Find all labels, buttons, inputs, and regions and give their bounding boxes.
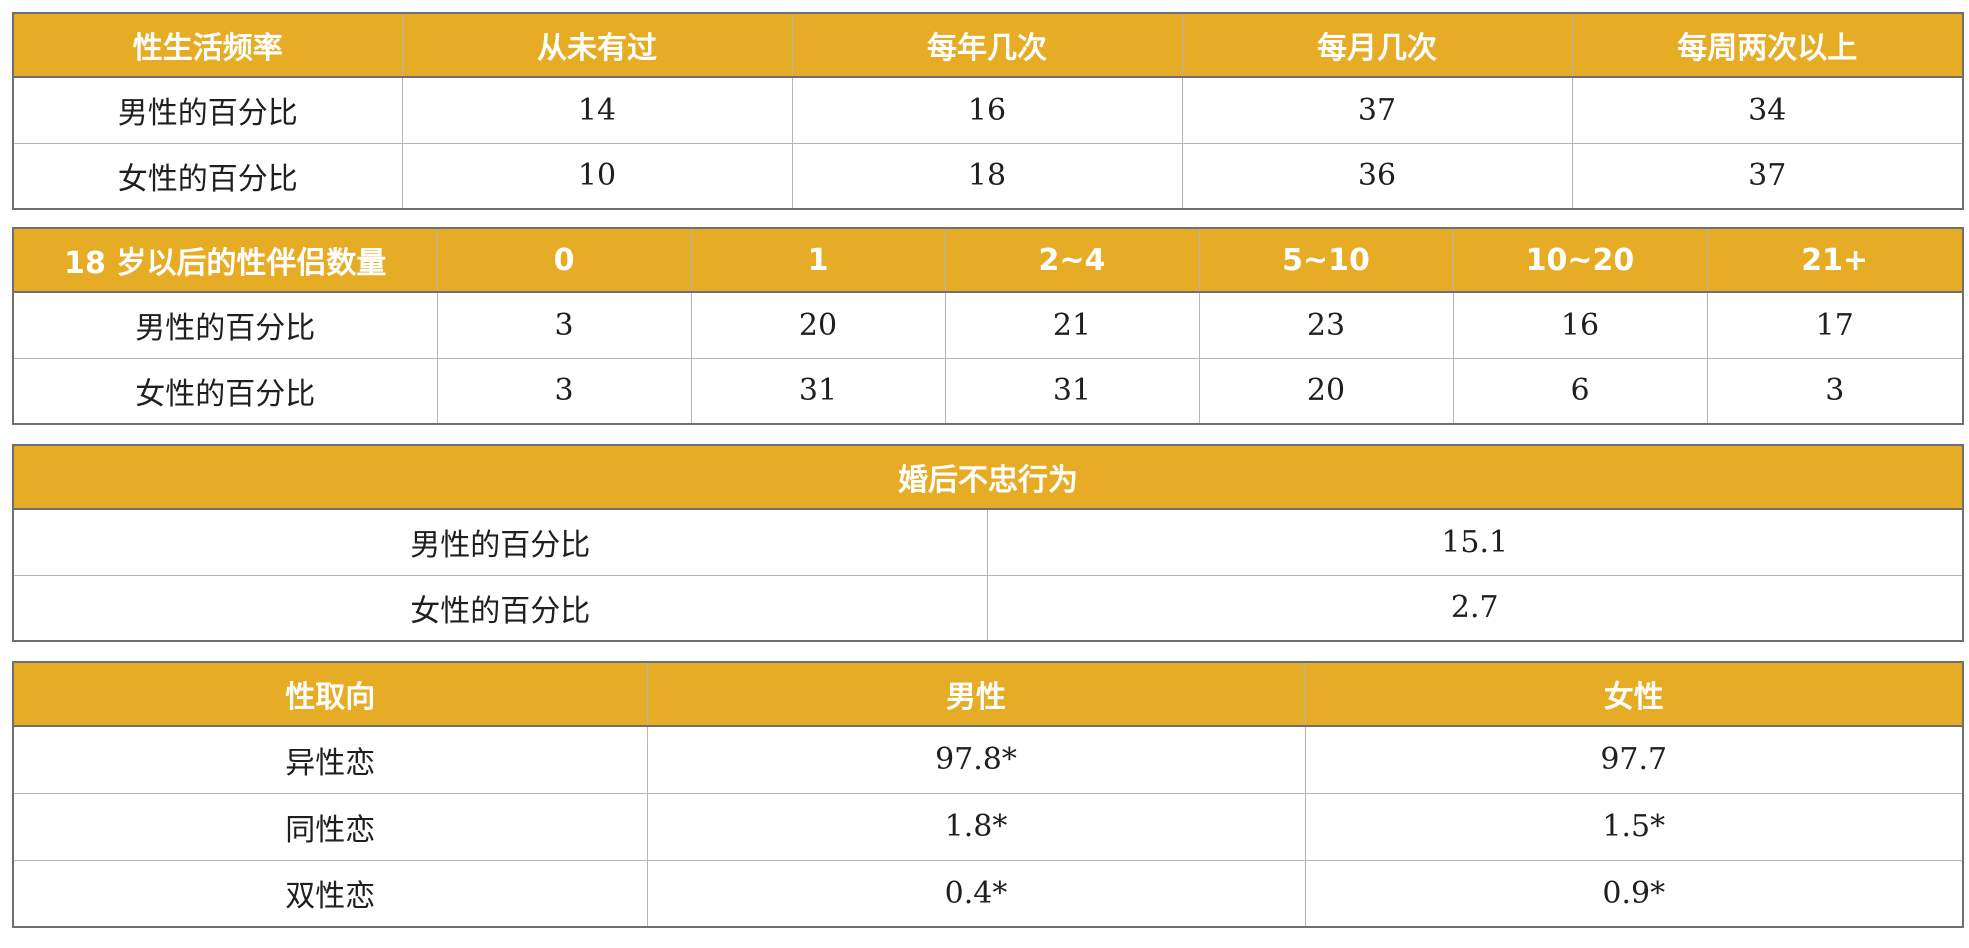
table-row: 男性的百分比 15.1 [12,508,1964,576]
column-header: 性生活频率 [12,12,403,78]
row-label: 异性恋 [12,725,648,794]
table-cell: 6 [1452,357,1708,425]
row-label: 男性的百分比 [12,508,988,576]
table-cell: 20 [690,291,946,359]
table-cell: 31 [944,357,1200,425]
table-cell: 10 [401,142,793,210]
column-header: 2~4 [944,227,1200,293]
table-cell: 18 [791,142,1183,210]
column-header: 每年几次 [791,12,1183,78]
partners-count-table: 18 岁以后的性伴侣数量 0 1 2~4 5~10 10~20 21+ 男性的百… [12,227,1964,425]
table-cell: 2.7 [986,574,1964,642]
column-header: 21+ [1706,227,1964,293]
table-cell: 37 [1571,142,1964,210]
table-cell: 17 [1706,291,1964,359]
table-cell: 36 [1181,142,1573,210]
table-cell: 37 [1181,76,1573,144]
table-row: 双性恋 0.4* 0.9* [12,859,1964,928]
table-cell: 20 [1198,357,1454,425]
table-cell: 3 [1706,357,1964,425]
table-header-row: 性取向 男性 女性 [12,661,1964,727]
table-cell: 15.1 [986,508,1964,576]
table-row: 女性的百分比 3 31 31 20 6 3 [12,357,1964,425]
table-cell: 0.4* [646,859,1306,928]
table-row: 男性的百分比 14 16 37 34 [12,76,1964,144]
table-header-row: 婚后不忠行为 [12,444,1964,510]
table-row: 异性恋 97.8* 97.7 [12,725,1964,794]
table-header-row: 18 岁以后的性伴侣数量 0 1 2~4 5~10 10~20 21+ [12,227,1964,293]
table-header-row: 性生活频率 从未有过 每年几次 每月几次 每周两次以上 [12,12,1964,78]
row-label: 女性的百分比 [12,574,988,642]
row-label: 男性的百分比 [12,291,438,359]
table-cell: 97.7 [1304,725,1964,794]
column-header: 每月几次 [1181,12,1573,78]
table-row: 男性的百分比 3 20 21 23 16 17 [12,291,1964,359]
table-row: 同性恋 1.8* 1.5* [12,792,1964,861]
row-label: 双性恋 [12,859,648,928]
table-row: 女性的百分比 2.7 [12,574,1964,642]
column-header: 0 [436,227,692,293]
row-label: 女性的百分比 [12,142,403,210]
sex-frequency-table: 性生活频率 从未有过 每年几次 每月几次 每周两次以上 男性的百分比 14 16… [12,12,1964,210]
column-header: 1 [690,227,946,293]
table-cell: 3 [436,357,692,425]
infidelity-table: 婚后不忠行为 男性的百分比 15.1 女性的百分比 2.7 [12,444,1964,642]
column-header: 每周两次以上 [1571,12,1964,78]
column-header: 从未有过 [401,12,793,78]
table-cell: 21 [944,291,1200,359]
row-label: 女性的百分比 [12,357,438,425]
row-label: 男性的百分比 [12,76,403,144]
table-cell: 0.9* [1304,859,1964,928]
table-cell: 14 [401,76,793,144]
table-title: 婚后不忠行为 [12,444,1964,510]
table-cell: 97.8* [646,725,1306,794]
row-label: 同性恋 [12,792,648,861]
column-header: 性取向 [12,661,648,727]
column-header: 女性 [1304,661,1964,727]
column-header: 5~10 [1198,227,1454,293]
table-cell: 31 [690,357,946,425]
table-cell: 3 [436,291,692,359]
table-cell: 34 [1571,76,1964,144]
orientation-table: 性取向 男性 女性 异性恋 97.8* 97.7 同性恋 1.8* 1.5* 双… [12,661,1964,928]
table-row: 女性的百分比 10 18 36 37 [12,142,1964,210]
table-cell: 16 [791,76,1183,144]
column-header: 18 岁以后的性伴侣数量 [12,227,438,293]
table-cell: 1.5* [1304,792,1964,861]
page: 性生活频率 从未有过 每年几次 每月几次 每周两次以上 男性的百分比 14 16… [0,0,1969,948]
column-header: 男性 [646,661,1306,727]
table-cell: 16 [1452,291,1708,359]
column-header: 10~20 [1452,227,1708,293]
table-cell: 1.8* [646,792,1306,861]
table-cell: 23 [1198,291,1454,359]
